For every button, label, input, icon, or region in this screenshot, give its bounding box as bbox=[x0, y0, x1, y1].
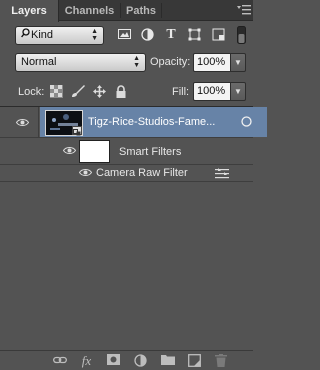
tab-channels[interactable]: Channels bbox=[60, 0, 119, 21]
filter-kind-label: Kind bbox=[31, 29, 54, 41]
eye-visibility-icon[interactable] bbox=[62, 146, 79, 156]
opacity-label: Opacity: bbox=[150, 56, 191, 68]
fill-input[interactable]: 100% bbox=[193, 82, 231, 101]
filter-toggle-icon[interactable] bbox=[236, 26, 246, 45]
lock-label: Lock: bbox=[18, 86, 45, 98]
opacity-input[interactable]: 100% bbox=[193, 53, 231, 72]
panel-menu-icon[interactable] bbox=[237, 4, 251, 17]
link-layers-icon[interactable] bbox=[52, 354, 67, 368]
visibility-cell[interactable] bbox=[0, 107, 39, 137]
type-filter-icon[interactable]: T bbox=[164, 28, 178, 42]
new-layer-icon[interactable] bbox=[187, 354, 202, 368]
lock-image-pixels-brush-icon[interactable] bbox=[71, 85, 85, 98]
blend-mode-value: Normal bbox=[21, 56, 57, 68]
lock-position-move-icon[interactable] bbox=[93, 85, 106, 98]
new-adjustment-layer-icon[interactable] bbox=[133, 354, 148, 368]
tab-layers[interactable]: Layers bbox=[0, 0, 59, 22]
layer-name[interactable]: Tigz-Rice-Studios-Fame... bbox=[88, 116, 215, 128]
smart-object-filter-icon[interactable] bbox=[211, 28, 225, 42]
filter-blending-options-icon[interactable] bbox=[215, 168, 229, 179]
layer-filter-effects-icon bbox=[241, 116, 252, 127]
opacity-dropdown-arrow[interactable]: ▼ bbox=[231, 53, 246, 72]
search-icon bbox=[21, 27, 31, 44]
updown-arrows-icon: ▲ ▼ bbox=[91, 28, 98, 42]
tab-divider bbox=[161, 3, 162, 18]
shape-filter-icon[interactable] bbox=[187, 28, 201, 42]
new-group-folder-icon[interactable] bbox=[160, 354, 175, 368]
fill-dropdown-arrow[interactable]: ▼ bbox=[231, 82, 246, 101]
lock-all-padlock-icon[interactable] bbox=[115, 85, 128, 98]
camera-raw-filter-label: Camera Raw Filter bbox=[96, 167, 188, 179]
tab-paths[interactable]: Paths bbox=[121, 0, 161, 21]
smart-filters-label: Smart Filters bbox=[119, 146, 182, 158]
blend-mode-dropdown[interactable]: Normal ▲ ▼ bbox=[15, 53, 146, 72]
updown-arrows-icon: ▲ ▼ bbox=[133, 55, 140, 69]
eye-visibility-icon[interactable] bbox=[15, 118, 32, 128]
panel-tab-bar: Layers Channels Paths bbox=[0, 0, 253, 22]
camera-raw-filter-row[interactable]: Camera Raw Filter bbox=[0, 165, 253, 182]
filter-kind-dropdown[interactable]: Kind ▲ ▼ bbox=[15, 26, 104, 45]
image-filter-icon[interactable] bbox=[117, 28, 131, 42]
adjustment-filter-icon[interactable] bbox=[140, 28, 154, 42]
lock-transparent-pixels-icon[interactable] bbox=[50, 85, 63, 98]
layer-style-fx-icon[interactable]: fx bbox=[79, 354, 94, 368]
layer-eye-column-divider bbox=[38, 107, 39, 138]
smart-object-badge-icon bbox=[72, 126, 82, 136]
add-layer-mask-icon[interactable] bbox=[106, 354, 121, 368]
smart-filters-row[interactable]: Smart Filters bbox=[0, 138, 253, 165]
layers-list: Tigz-Rice-Studios-Fame... Smart Filters … bbox=[0, 106, 267, 346]
layers-bottom-toolbar: fx bbox=[0, 350, 253, 370]
filter-mask-thumbnail[interactable] bbox=[79, 140, 110, 163]
eye-visibility-icon[interactable] bbox=[78, 168, 95, 178]
fill-label: Fill: bbox=[172, 86, 190, 98]
delete-layer-trash-icon[interactable] bbox=[213, 354, 228, 368]
